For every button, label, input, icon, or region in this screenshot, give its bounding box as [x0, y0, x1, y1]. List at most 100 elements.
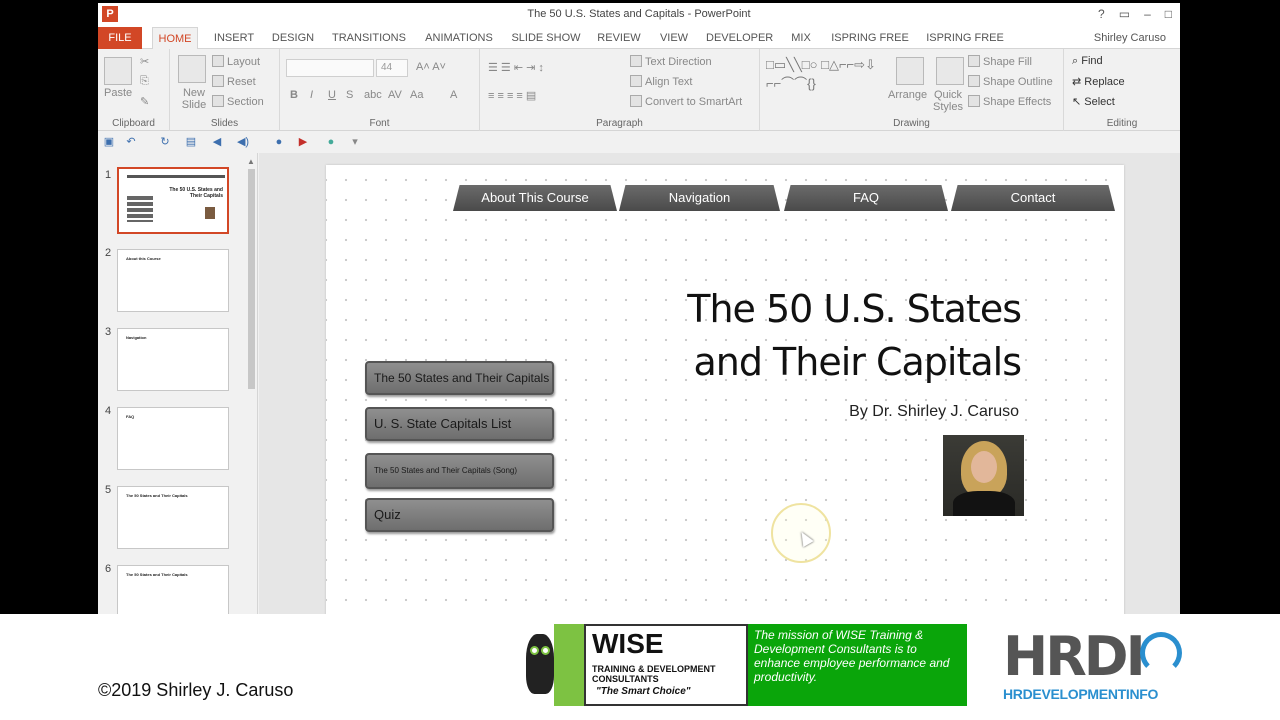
paste-button[interactable]: Paste: [104, 87, 132, 99]
record-icon[interactable]: ●: [272, 135, 286, 149]
section-button[interactable]: Section: [212, 95, 264, 108]
slide-thumbnail-6[interactable]: The 50 States and Their Capitals: [117, 565, 229, 614]
slide-thumbnail-4[interactable]: FAQ: [117, 407, 229, 470]
nav-navigation[interactable]: Navigation: [619, 185, 780, 211]
slides-group: New Slide Layout Reset Section Slides: [170, 49, 280, 131]
scroll-up-icon[interactable]: ▲: [247, 157, 255, 166]
tab-slide-show[interactable]: SLIDE SHOW: [511, 27, 581, 49]
font-size-box[interactable]: 44: [376, 59, 408, 77]
capitals-list-button[interactable]: U. S. State Capitals List: [365, 407, 554, 441]
paragraph-group: ☰ ☰ ⇤ ⇥ ↕ ≡ ≡ ≡ ≡ ▤ Text Direction Align…: [480, 49, 760, 131]
quick-styles-button[interactable]: Quick Styles: [930, 89, 966, 113]
tab-home[interactable]: HOME: [152, 27, 198, 50]
strikethrough-icon[interactable]: abc: [364, 89, 382, 101]
char-spacing-icon[interactable]: AV: [388, 89, 402, 101]
slide-thumbnail-2[interactable]: About this Course: [117, 249, 229, 312]
slide-thumbnail-1[interactable]: The 50 U.S. States and Their Capitals: [117, 167, 229, 234]
increase-font-icon[interactable]: A˄ A˅: [416, 61, 446, 73]
bullets-icon[interactable]: ☰ ☰ ⇤ ⇥ ↕: [488, 61, 544, 74]
states-capitals-button[interactable]: The 50 States and Their Capitals: [365, 361, 554, 395]
align-text-button[interactable]: Align Text: [630, 75, 693, 88]
tab-developer[interactable]: DEVELOPER: [706, 27, 773, 49]
tab-ispring-free-8[interactable]: ISPRING FREE 8: [926, 27, 1004, 66]
maximize-icon[interactable]: □: [1165, 7, 1172, 21]
tab-insert[interactable]: INSERT: [210, 27, 258, 49]
shape-outline-button[interactable]: Shape Outline: [968, 75, 1053, 88]
scrollbar-thumb[interactable]: [248, 169, 255, 389]
tab-transitions[interactable]: TRANSITIONS: [331, 27, 407, 49]
youtube-icon[interactable]: ▶: [296, 135, 310, 149]
tab-view[interactable]: VIEW: [655, 27, 693, 49]
replace-button[interactable]: ⇄ Replace: [1072, 75, 1125, 88]
font-label: Font: [369, 118, 390, 129]
paste-icon[interactable]: [104, 57, 132, 85]
editing-group: ⌕ Find ⇄ Replace ↖ Select Editing: [1064, 49, 1180, 131]
start-from-beginning-icon[interactable]: ▤: [184, 135, 198, 149]
slide-thumbnail-3[interactable]: Navigation: [117, 328, 229, 391]
tab-file[interactable]: FILE: [98, 27, 142, 49]
convert-smartart-button[interactable]: Convert to SmartArt: [630, 95, 742, 108]
volume-icon[interactable]: ◀): [236, 135, 250, 149]
owl-icon: [524, 624, 556, 706]
minimize-icon[interactable]: –: [1144, 7, 1151, 21]
audio-icon[interactable]: ◀: [210, 135, 224, 149]
save-icon[interactable]: ▣: [102, 135, 116, 149]
align-icons[interactable]: ≡ ≡ ≡ ≡ ▤: [488, 89, 536, 102]
thumb-number: 4: [105, 405, 112, 417]
tab-ispring-free-7[interactable]: ISPRING FREE 7: [831, 27, 909, 66]
quiz-button[interactable]: Quiz: [365, 498, 554, 532]
title-bar: P The 50 U.S. States and Capitals - Powe…: [98, 3, 1180, 27]
section-icon: [212, 95, 224, 107]
select-button[interactable]: ↖ Select: [1072, 95, 1115, 108]
shadow-icon[interactable]: S: [346, 89, 353, 101]
tab-mix[interactable]: MIX: [785, 27, 817, 49]
ribbon-tabs: FILE HOME INSERT DESIGN TRANSITIONS ANIM…: [98, 27, 1180, 66]
reset-button[interactable]: Reset: [212, 75, 256, 88]
shape-fill-button[interactable]: Shape Fill: [968, 55, 1032, 68]
quick-styles-icon[interactable]: [936, 57, 964, 85]
copy-icon[interactable]: ⎘: [140, 75, 149, 88]
redo-icon[interactable]: ↻: [158, 135, 172, 149]
help-icon[interactable]: ?: [1098, 7, 1105, 21]
user-name[interactable]: Shirley Caruso: [1094, 32, 1166, 44]
wise-name: WISE: [592, 628, 664, 659]
nav-faq[interactable]: FAQ: [784, 185, 948, 211]
slide-editing-area: About This Course Navigation FAQ Contact…: [259, 153, 1180, 614]
bold-icon[interactable]: B: [290, 89, 298, 101]
underline-icon[interactable]: U: [328, 89, 336, 101]
undo-icon[interactable]: ↶: [124, 135, 138, 149]
tab-review[interactable]: REVIEW: [595, 27, 643, 49]
slide-author[interactable]: By Dr. Shirley J. Caruso: [746, 403, 1019, 421]
find-button[interactable]: ⌕ Find: [1072, 55, 1103, 68]
nav-contact[interactable]: Contact: [951, 185, 1115, 211]
new-slide-icon[interactable]: [178, 55, 206, 83]
cut-icon[interactable]: ✂: [140, 55, 149, 68]
slide-thumbnail-5[interactable]: The 50 States and Their Capitals: [117, 486, 229, 549]
tab-design[interactable]: DESIGN: [268, 27, 318, 49]
thumb-number: 2: [105, 247, 112, 259]
tab-animations[interactable]: ANIMATIONS: [421, 27, 497, 49]
circle-icon[interactable]: ●: [324, 135, 338, 149]
song-button[interactable]: The 50 States and Their Capitals (Song): [365, 453, 554, 489]
ribbon-display-icon[interactable]: ▭: [1119, 7, 1130, 21]
shapes-gallery[interactable]: □▭╲╲□○ □△⌐⌐⇨⇩ ⌐⌐⌒⌒{}: [766, 55, 876, 93]
author-photo[interactable]: [943, 435, 1024, 516]
slide[interactable]: About This Course Navigation FAQ Contact…: [326, 165, 1124, 614]
italic-icon[interactable]: I: [310, 89, 313, 101]
text-direction-button[interactable]: Text Direction: [630, 55, 712, 68]
shape-effects-button[interactable]: Shape Effects: [968, 95, 1051, 108]
thumbnail-scrollbar[interactable]: ▲: [246, 157, 256, 389]
wise-name-box: WISE TRAINING & DEVELOPMENT CONSULTANTS …: [584, 624, 748, 706]
layout-button[interactable]: Layout: [212, 55, 260, 68]
customize-icon[interactable]: ▾: [348, 135, 362, 149]
arrange-icon[interactable]: [896, 57, 924, 85]
reset-icon: [212, 75, 224, 87]
slide-title[interactable]: The 50 U.S. States and Their Capitals: [656, 283, 1022, 389]
arrange-button[interactable]: Arrange: [888, 89, 927, 101]
nav-about-course[interactable]: About This Course: [453, 185, 617, 211]
change-case-icon[interactable]: Aa: [410, 89, 423, 101]
format-painter-icon[interactable]: ✎: [140, 95, 149, 108]
font-color-icon[interactable]: A: [450, 89, 457, 101]
new-slide-button[interactable]: New Slide: [174, 87, 214, 111]
font-name-box[interactable]: [286, 59, 374, 77]
